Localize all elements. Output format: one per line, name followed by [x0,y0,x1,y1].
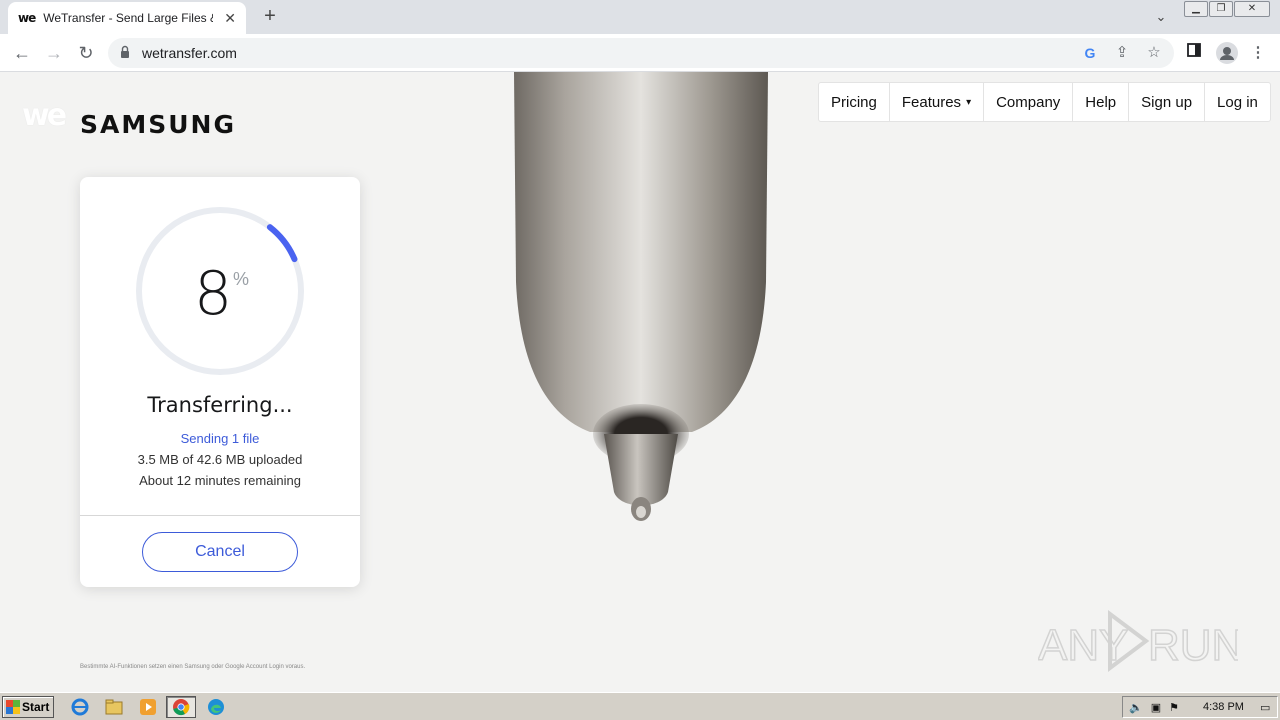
time-remaining-text: About 12 minutes remaining [139,473,301,488]
new-tab-icon[interactable]: + [258,4,282,28]
cancel-button[interactable]: Cancel [142,532,298,572]
uploaded-size-text: 3.5 MB of 42.6 MB uploaded [137,452,303,467]
nav-company[interactable]: Company [984,83,1074,121]
nav-help[interactable]: Help [1073,83,1130,121]
system-tray: 🔈 ▣ ⚑ 4:38 PM ▭ [1122,696,1278,718]
address-bar[interactable]: wetransfer.com G ⇪ ☆ [108,38,1174,68]
nav-features-label: Features [901,93,962,111]
top-nav: Pricing Features ▾ Company Help Sign up … [818,82,1271,122]
progress-percentage: 8 [194,259,233,329]
close-window-icon[interactable]: ✕ [1234,1,1270,17]
back-arrow-icon[interactable]: ← [10,41,34,65]
nav-features[interactable]: Features ▾ [890,83,985,121]
wetransfer-logo[interactable]: we [22,98,67,133]
show-desktop-icon[interactable]: ▭ [1260,701,1270,714]
transfer-status: Transferring... [147,393,293,417]
share-icon[interactable]: ⇪ [1112,43,1132,63]
nav-login[interactable]: Log in [1205,83,1270,121]
tab-title: WeTransfer - Send Large Files & Share Ph… [43,11,213,25]
tab-search-chevron-icon[interactable]: ⌄ [1150,6,1172,28]
forward-arrow-icon[interactable]: → [42,41,66,65]
browser-tab[interactable]: we WeTransfer - Send Large Files & Share… [8,2,246,34]
start-button[interactable]: Start [2,696,54,718]
lock-icon[interactable] [120,45,130,59]
progress-percent-sign: % [233,269,250,289]
action-center-flag-icon[interactable]: ⚑ [1169,701,1179,714]
url-text[interactable]: wetransfer.com [142,45,237,61]
network-icon[interactable]: ▣ [1151,701,1161,714]
samsung-logo: SAMSUNG [80,110,236,139]
file-explorer-icon[interactable] [102,696,126,718]
start-label: Start [22,700,50,714]
tab-close-icon[interactable]: ✕ [224,10,236,27]
browser-toolbar: ← → ↻ wetransfer.com G ⇪ ☆ ⋮ [0,34,1280,72]
google-icon[interactable]: G [1080,43,1100,63]
windows-flag-icon [6,700,20,714]
internet-explorer-icon[interactable] [68,696,92,718]
transfer-card: 8 % Transferring... Sending 1 file 3.5 M… [80,177,360,587]
pen-illustration [514,72,768,521]
bookmark-star-icon[interactable]: ☆ [1144,43,1164,63]
edge-icon[interactable] [204,696,228,718]
volume-icon[interactable]: 🔈 [1129,701,1143,714]
chevron-down-icon: ▾ [966,96,972,108]
taskbar: Start 🔈 ▣ ⚑ 4:38 PM ▭ [0,692,1280,720]
reload-icon[interactable]: ↻ [74,41,98,65]
side-panel-icon[interactable] [1184,43,1204,63]
menu-kebab-icon[interactable]: ⋮ [1248,43,1268,63]
anyrun-watermark-logo: ANY RUN [1038,610,1238,672]
clock[interactable]: 4:38 PM [1203,701,1244,713]
card-divider [80,515,360,516]
nav-signup[interactable]: Sign up [1129,83,1206,121]
sending-files-text: Sending 1 file [180,431,260,446]
profile-avatar-icon[interactable] [1216,42,1238,64]
minimize-window-icon[interactable]: ▁ [1184,1,1208,17]
restore-window-icon[interactable]: ❐ [1209,1,1233,17]
nav-pricing[interactable]: Pricing [819,83,890,121]
disclaimer-text: Bestimmte AI-Funktionen setzen einen Sam… [80,664,306,670]
media-player-icon[interactable] [136,696,160,718]
anyrun-run-text: RUN [1148,621,1238,670]
wetransfer-favicon-icon: we [18,11,36,25]
chrome-taskbar-icon[interactable] [166,696,196,718]
page-content: we SAMSUNG Pricing Features ▾ Company He… [0,72,1280,692]
tab-strip: we WeTransfer - Send Large Files & Share… [0,0,1280,34]
